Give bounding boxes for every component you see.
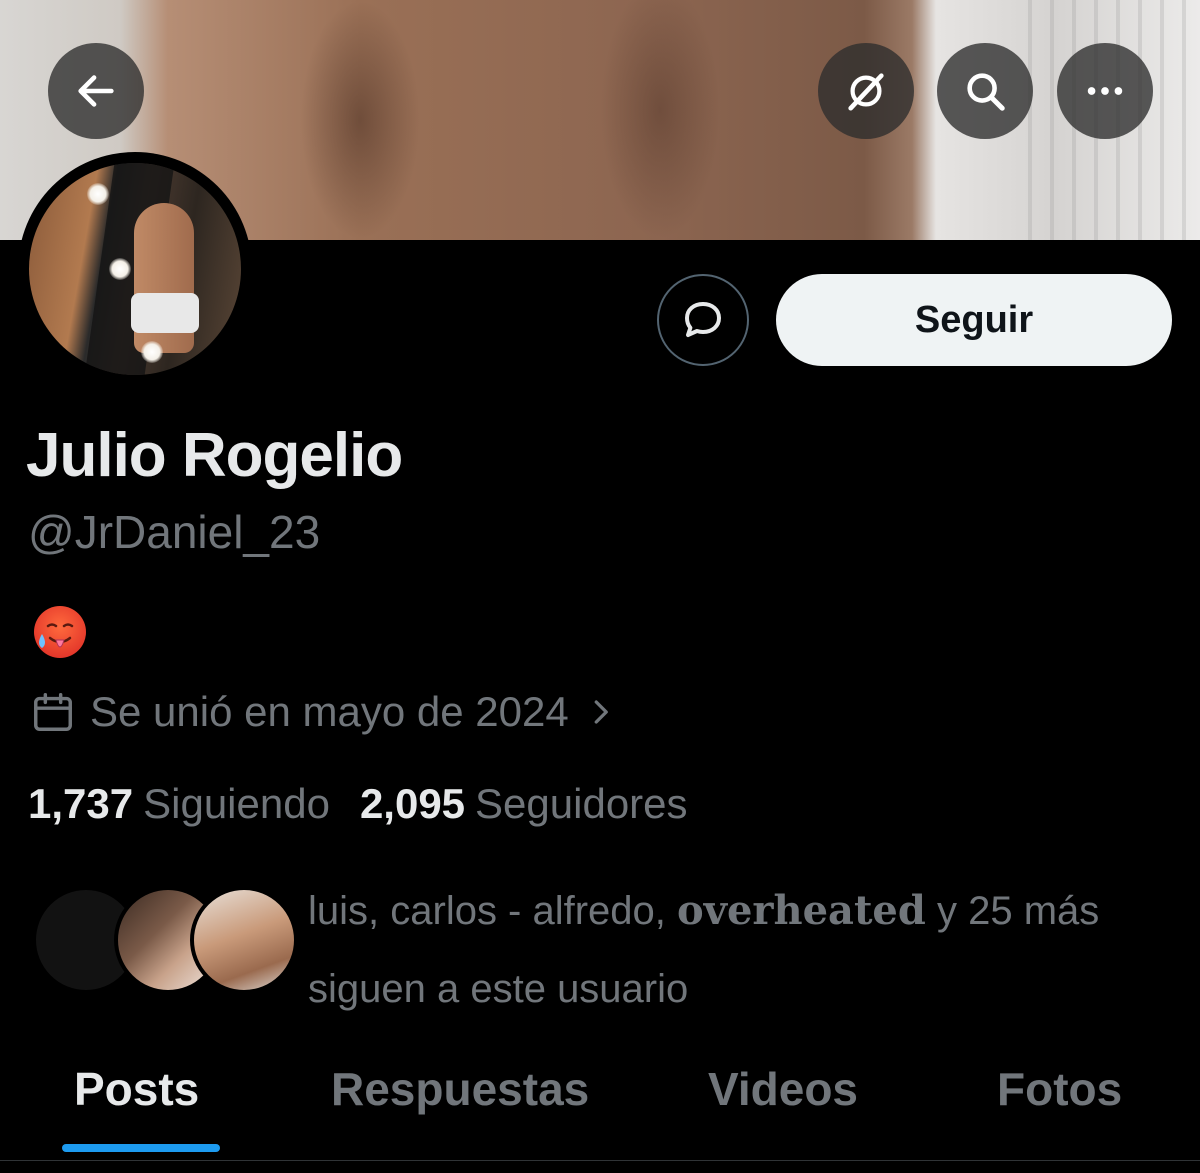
known-followers-more: y 25 más [936, 889, 1100, 933]
known-follower-highlight: overheated [677, 887, 926, 934]
more-horizontal-icon [1087, 87, 1123, 95]
followers-count: 2,095 [359, 780, 466, 827]
known-followers-caption: siguen a este usuario [308, 967, 689, 1011]
user-handle: @JrDaniel_23 [28, 506, 321, 558]
more-button[interactable] [1057, 43, 1153, 139]
search-icon [967, 73, 1005, 111]
tabs-divider [0, 1160, 1200, 1161]
avatar[interactable] [18, 152, 252, 386]
message-button[interactable] [657, 274, 749, 366]
known-followers-text[interactable]: luis, carlos - alfredo, overheated y 25 … [308, 872, 1168, 1028]
join-date-text: Se unió en mayo de 2024 [90, 688, 569, 735]
following-count: 1,737 [28, 780, 134, 827]
tab-respuestas[interactable]: Respuestas [331, 1062, 589, 1116]
chevron-right-icon [594, 700, 608, 724]
follower-avatar [190, 886, 298, 994]
following-link[interactable]: 1,737 Siguiendo [28, 780, 330, 828]
arrow-left-icon [78, 75, 114, 107]
grok-button[interactable] [818, 43, 914, 139]
avatar-detail [87, 183, 109, 205]
follow-stats: 1,737 Siguiendo 2,095 Seguidores [28, 780, 688, 828]
tab-posts[interactable]: Posts [74, 1062, 199, 1116]
avatar-image [29, 163, 241, 375]
back-button[interactable] [48, 43, 144, 139]
profile-tabs: Posts Respuestas Videos Fotos [0, 1040, 1200, 1173]
avatar-detail [141, 341, 163, 363]
banner-shadow [600, 0, 720, 240]
search-button[interactable] [937, 43, 1033, 139]
known-followers-names: luis, carlos - alfredo, [308, 889, 666, 933]
banner-shadow [300, 0, 420, 240]
avatar-detail [109, 258, 131, 280]
following-label: Siguiendo [143, 780, 330, 827]
message-bubble-icon [685, 302, 721, 337]
active-tab-indicator [62, 1144, 220, 1152]
hot-face-emoji-icon [34, 606, 86, 658]
followers-label: Seguidores [475, 780, 688, 827]
follow-button[interactable]: Seguir [776, 274, 1172, 366]
tab-fotos[interactable]: Fotos [997, 1062, 1122, 1116]
followers-link[interactable]: 2,095 Seguidores [360, 780, 688, 828]
join-date[interactable]: Se unió en mayo de 2024 [30, 688, 615, 736]
tab-videos[interactable]: Videos [708, 1062, 858, 1116]
calendar-icon [34, 693, 72, 731]
grok-slash-icon [848, 73, 884, 111]
display-name: Julio Rogelio [26, 421, 403, 490]
avatar-detail [131, 293, 199, 333]
